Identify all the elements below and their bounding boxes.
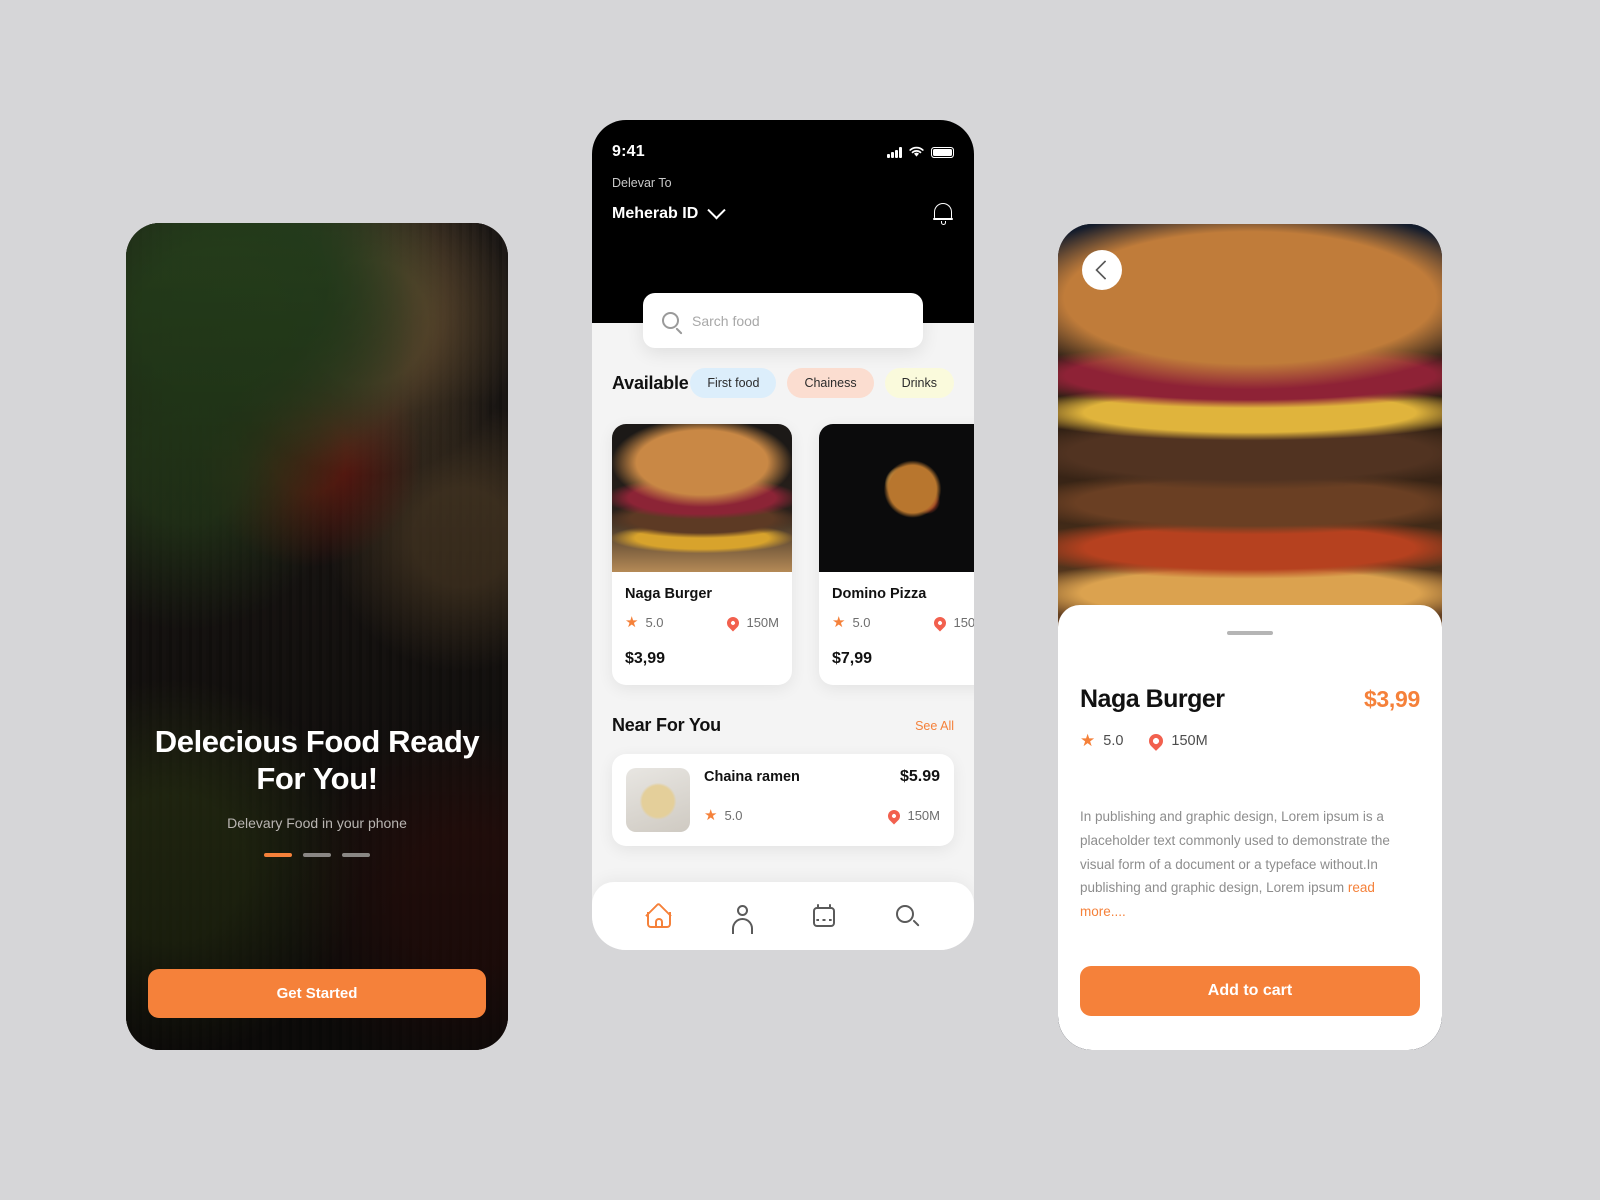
list-item-price: $5.99 (899, 768, 940, 785)
near-section-header: Near For You See All (612, 715, 954, 736)
sheet-drag-handle[interactable] (1227, 631, 1273, 635)
distance: 150M (1146, 730, 1208, 751)
rating-value: 5.0 (852, 615, 871, 630)
page-title: Naga Burger (1080, 685, 1225, 713)
food-card-image (612, 424, 792, 572)
list-item-name: Chaina ramen (704, 769, 800, 785)
distance-value: 150M (746, 615, 779, 630)
detail-hero-photo (1058, 224, 1442, 634)
star-icon: ★ (1080, 731, 1096, 750)
bottom-tab-bar (592, 882, 974, 950)
battery-icon (931, 146, 954, 158)
onboarding-pagination-dots (148, 853, 486, 857)
list-item[interactable]: Chaina ramen $5.99 ★ 5.0 150M (612, 754, 954, 846)
distance: 150M (931, 614, 974, 631)
distance-value: 150M (953, 615, 974, 630)
distance-value: 150M (907, 808, 940, 823)
tab-home-icon[interactable] (646, 903, 672, 929)
list-item-top: Chaina ramen $5.99 (704, 768, 940, 786)
star-icon: ★ (704, 807, 718, 824)
distance: 150M (724, 614, 779, 631)
available-card-list: Naga Burger ★ 5.0 150M $3,99 Domino Pizz… (612, 424, 974, 685)
address-value: Meherab ID (612, 205, 699, 222)
detail-description: In publishing and graphic design, Lorem … (1080, 805, 1420, 924)
pagination-dot-3[interactable] (342, 853, 370, 857)
detail-meta: ★ 5.0 150M (1080, 730, 1420, 751)
food-card-name: Domino Pizza (832, 586, 927, 602)
rating: ★ 5.0 (625, 615, 664, 630)
rating: ★ 5.0 (704, 808, 743, 823)
list-item-content: Chaina ramen $5.99 ★ 5.0 150M (704, 768, 940, 832)
food-card-name: Naga Burger (625, 586, 713, 602)
search-input[interactable]: Sarch food (692, 313, 760, 329)
star-icon: ★ (625, 614, 639, 631)
food-card-price: $3,99 (625, 650, 666, 667)
detail-price: $3,99 (1363, 686, 1420, 712)
tab-profile-icon[interactable] (729, 903, 755, 934)
food-card-body: Naga Burger ★ 5.0 150M $3,99 (612, 572, 792, 685)
food-card-domino-pizza[interactable]: Domino Pizza ★ 5.0 150M $7,99 (819, 424, 974, 685)
notification-bell-icon[interactable] (932, 201, 954, 227)
chip-chainess[interactable]: Chainess (787, 368, 874, 398)
search-icon (662, 312, 679, 329)
pagination-dot-2[interactable] (303, 853, 331, 857)
add-to-cart-button[interactable]: Add to cart (1080, 965, 1420, 1016)
rating: ★ 5.0 (832, 615, 871, 630)
food-card-naga-burger[interactable]: Naga Burger ★ 5.0 150M $3,99 (612, 424, 792, 685)
address-selector[interactable]: Meherab ID (612, 200, 726, 223)
description-text: In publishing and graphic design, Lorem … (1080, 809, 1390, 896)
food-card-meta: ★ 5.0 150M (832, 614, 974, 631)
onboarding-screen: Delecious Food Ready For You! Delevary F… (126, 223, 508, 1050)
tab-calendar-icon[interactable] (811, 903, 837, 929)
available-title: Available (612, 372, 689, 393)
onboarding-content: Delecious Food Ready For You! Delevary F… (126, 723, 508, 1050)
rating-value: 5.0 (645, 615, 664, 630)
list-item-thumbnail (626, 768, 690, 832)
status-bar-icons (887, 146, 954, 158)
chevron-down-icon (707, 200, 726, 219)
deliver-to-label: Delevar To (612, 176, 672, 190)
signal-icon (887, 147, 902, 158)
home-body: Available First food Chainess Drinks Nag… (592, 368, 974, 846)
pagination-dot-1[interactable] (264, 853, 292, 857)
wifi-icon (909, 146, 924, 157)
tab-search-icon[interactable] (894, 903, 920, 929)
bell-clapper (940, 221, 946, 225)
location-pin-icon (724, 614, 742, 631)
location-pin-icon (931, 614, 949, 631)
detail-screen: Naga Burger $3,99 ★ 5.0 150M In publishi… (1058, 224, 1442, 1050)
food-card-meta: ★ 5.0 150M (625, 614, 779, 631)
food-card-image (819, 424, 974, 572)
available-section-header: Available First food Chainess Drinks (612, 368, 954, 398)
rating-value: 5.0 (724, 808, 743, 823)
deliver-to-row: Meherab ID (612, 200, 954, 227)
search-bar[interactable]: Sarch food (643, 293, 923, 348)
near-title: Near For You (612, 715, 721, 735)
category-chip-list: First food Chainess Drinks (690, 368, 954, 398)
distance: 150M (885, 807, 940, 824)
see-all-link[interactable]: See All (915, 719, 954, 733)
onboarding-subtitle: Delevary Food in your phone (227, 815, 407, 831)
status-bar-time: 9:41 (612, 143, 645, 160)
chip-first-food[interactable]: First food (690, 368, 777, 398)
location-pin-icon (885, 807, 903, 824)
status-bar: 9:41 (612, 142, 954, 162)
detail-title-row: Naga Burger $3,99 (1080, 685, 1420, 714)
chip-drinks[interactable]: Drinks (884, 368, 954, 398)
list-item-meta: ★ 5.0 150M (704, 807, 940, 824)
rating: ★ 5.0 (1080, 732, 1123, 749)
star-icon: ★ (832, 614, 846, 631)
get-started-button[interactable]: Get Started (148, 969, 486, 1018)
location-pin-icon (1146, 730, 1167, 751)
back-button[interactable] (1082, 250, 1122, 290)
distance-value: 150M (1171, 732, 1208, 749)
food-card-price: $7,99 (832, 650, 873, 667)
onboarding-title: Delecious Food Ready For You! (154, 723, 480, 796)
home-screen: 9:41 Delevar To Meherab ID Sarch food Av… (592, 120, 974, 950)
rating-value: 5.0 (1103, 732, 1124, 749)
food-card-body: Domino Pizza ★ 5.0 150M $7,99 (819, 572, 974, 685)
detail-sheet: Naga Burger $3,99 ★ 5.0 150M In publishi… (1058, 605, 1442, 1050)
